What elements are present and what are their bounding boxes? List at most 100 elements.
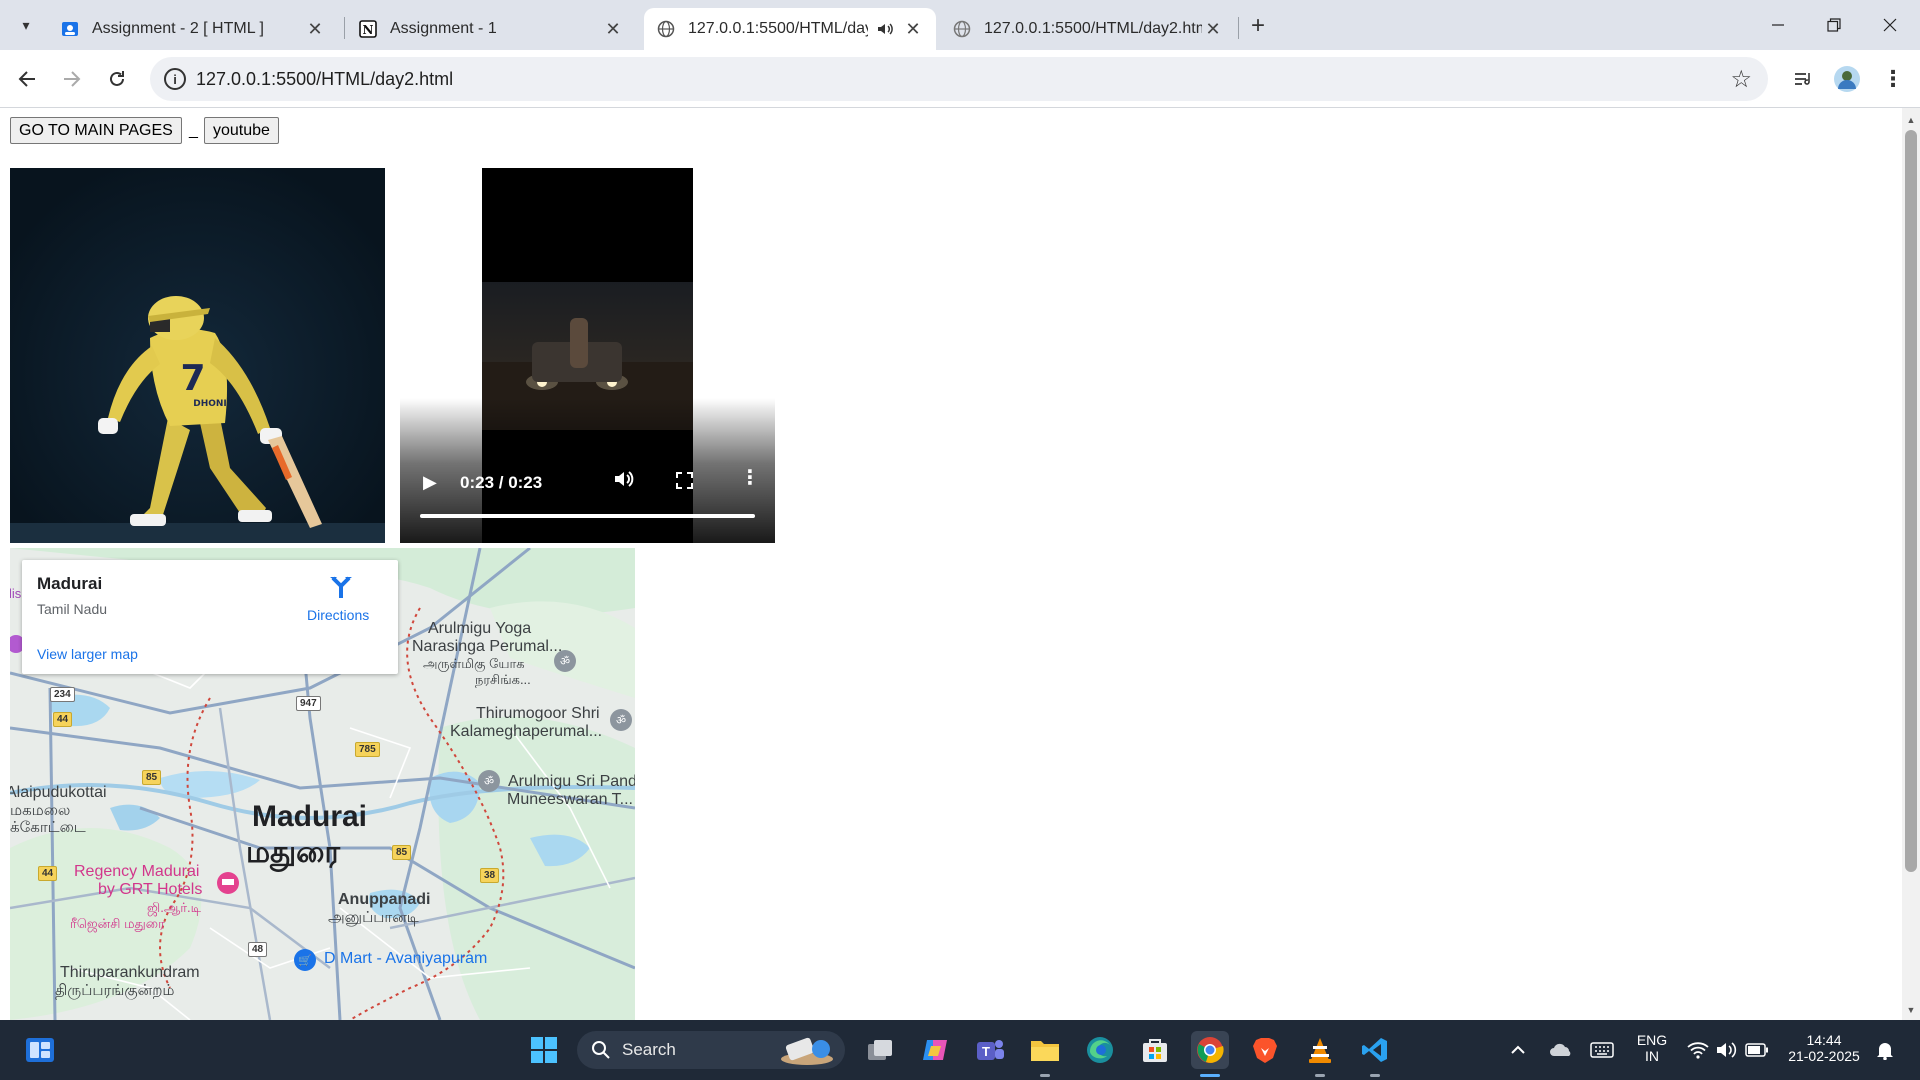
map-label: Muneeswaran T... <box>507 791 633 808</box>
globe-icon <box>656 19 676 39</box>
map-label: ரீஜென்சி மதுரை <box>70 916 165 931</box>
close-tab-icon[interactable]: ✕ <box>602 18 624 40</box>
tab-title: Assignment - 1 <box>390 20 497 37</box>
media-queue-icon <box>1795 73 1810 85</box>
directions-icon[interactable] <box>328 574 354 605</box>
map-label: Kalameghaperumal... <box>450 723 603 740</box>
microsoft-store-icon[interactable] <box>1136 1031 1174 1069</box>
jersey-number: 7 <box>180 358 205 399</box>
road-shield: 234 <box>50 687 75 702</box>
reload-button[interactable] <box>100 62 134 96</box>
map-label: Narasinga Perumal... <box>412 638 563 655</box>
close-tab-icon[interactable]: ✕ <box>902 18 924 40</box>
keyboard-icon[interactable] <box>1586 1031 1618 1069</box>
tab-search-button[interactable]: ▾ <box>10 10 42 40</box>
map-label: by GRT Hotels <box>98 881 203 898</box>
tab-day2[interactable]: 127.0.0.1:5500/HTML/day2.html ✕ <box>940 8 1236 50</box>
road-shield: 38 <box>480 868 500 883</box>
map-label: அனுப்பானடி <box>328 909 419 926</box>
page-viewport: GO TO MAIN PAGES _ youtube 7 DHONI ▶ 0:2… <box>0 108 1902 1020</box>
svg-text:ॐ: ॐ <box>616 714 626 727</box>
restore-icon <box>1827 18 1841 32</box>
active-app-indicator <box>1200 1074 1220 1077</box>
road-shield: 85 <box>392 845 412 860</box>
map-label: lis <box>10 586 22 601</box>
volume-icon[interactable] <box>613 468 635 495</box>
tab-divider <box>344 17 345 39</box>
fullscreen-icon[interactable] <box>676 472 693 489</box>
address-bar[interactable]: i 127.0.0.1:5500/HTML/day2.html ☆ <box>150 57 1768 101</box>
minimize-icon <box>1772 24 1784 26</box>
globe-icon <box>952 19 972 39</box>
close-window-button[interactable] <box>1862 0 1918 50</box>
view-larger-map-link[interactable]: View larger map <box>37 646 138 662</box>
tab-assignment-1[interactable]: N Assignment - 1 ✕ <box>346 8 636 50</box>
map-label: ஜி.ஆர்.டி <box>147 900 202 915</box>
vscode-icon[interactable] <box>1356 1031 1394 1069</box>
tab-title: Assignment - 2 [ HTML ] <box>92 20 264 37</box>
show-hidden-icons-chevron-icon[interactable] <box>1503 1031 1533 1069</box>
taskbar-search[interactable]: Search <box>577 1031 845 1069</box>
vlc-icon[interactable] <box>1301 1031 1339 1069</box>
copilot-icon[interactable] <box>916 1031 954 1069</box>
new-tab-button[interactable]: + <box>1244 12 1272 40</box>
bookmark-star-icon[interactable]: ☆ <box>1730 65 1752 94</box>
map-label: திருப்பரங்குன்றம் <box>55 982 175 999</box>
tab-assignment-2[interactable]: Assignment - 2 [ HTML ] ✕ <box>48 8 338 50</box>
notifications-bell-icon[interactable] <box>1868 1031 1902 1069</box>
video-progress-bar[interactable] <box>420 514 755 518</box>
volume-icon[interactable] <box>1710 1031 1744 1069</box>
map-embed[interactable]: ॐ ॐ ॐ 🛒 234 44 947 785 85 44 85 38 48 li… <box>10 548 635 1020</box>
more-options-icon[interactable]: ⋮ <box>740 468 760 488</box>
go-to-main-pages-button[interactable]: GO TO MAIN PAGES <box>10 117 182 144</box>
map-label: அருள்மிகு யோக <box>423 656 525 671</box>
page-scrollbar[interactable]: ▲ ▼ <box>1902 108 1920 1020</box>
minimize-button[interactable] <box>1750 0 1806 50</box>
speaker-icon[interactable] <box>876 20 894 38</box>
file-explorer-icon[interactable] <box>1026 1031 1064 1069</box>
map-label: க்கோட்டை <box>10 819 86 836</box>
browser-menu-button[interactable]: ⋮ <box>1876 62 1910 96</box>
map-label: D Mart - Avaniyapuram <box>324 950 488 967</box>
back-button[interactable] <box>10 62 44 96</box>
onedrive-icon[interactable] <box>1545 1031 1577 1069</box>
site-info-icon[interactable]: i <box>164 68 186 90</box>
directions-link[interactable]: Directions <box>307 607 369 623</box>
close-tab-icon[interactable]: ✕ <box>304 18 326 40</box>
clock-date: 21-02-2025 <box>1788 1048 1860 1064</box>
video-player[interactable]: ▶ 0:23 / 0:23 ⋮ <box>400 168 775 543</box>
running-indicator <box>1315 1074 1325 1077</box>
browser-toolbar: i 127.0.0.1:5500/HTML/day2.html ☆ ⋮ <box>0 50 1920 108</box>
svg-text:ॐ: ॐ <box>560 655 570 668</box>
map-label: Arulmigu Yoga <box>428 620 532 637</box>
clock[interactable]: 14:44 21-02-2025 <box>1782 1032 1866 1064</box>
back-arrow-icon <box>18 71 35 87</box>
media-control-button[interactable] <box>1786 62 1820 96</box>
road-shield: 44 <box>38 866 58 881</box>
url-text[interactable]: 127.0.0.1:5500/HTML/day2.html <box>196 69 453 90</box>
scroll-up-icon[interactable]: ▲ <box>1902 112 1920 128</box>
close-tab-icon[interactable]: ✕ <box>1202 18 1224 40</box>
brave-icon[interactable] <box>1246 1031 1284 1069</box>
teams-icon[interactable]: T <box>971 1031 1009 1069</box>
battery-icon[interactable] <box>1740 1031 1774 1069</box>
play-icon[interactable]: ▶ <box>423 472 437 493</box>
widgets-icon[interactable] <box>21 1031 59 1069</box>
forward-button[interactable] <box>55 62 89 96</box>
tab-day2-active[interactable]: 127.0.0.1:5500/HTML/day2.html ✕ <box>644 8 936 50</box>
svg-text:ॐ: ॐ <box>484 775 494 788</box>
edge-icon[interactable] <box>1081 1031 1119 1069</box>
link-separator: _ <box>189 122 198 139</box>
map-label: Anuppanadi <box>338 891 431 908</box>
start-icon[interactable] <box>525 1031 563 1069</box>
cricketer-photo: 7 DHONI <box>10 168 385 543</box>
language-indicator[interactable]: ENG IN <box>1630 1032 1674 1064</box>
chrome-icon[interactable] <box>1191 1031 1229 1069</box>
profile-avatar[interactable] <box>1830 62 1864 96</box>
road-shield: 947 <box>296 696 321 711</box>
youtube-button[interactable]: youtube <box>204 117 279 144</box>
restore-button[interactable] <box>1806 0 1862 50</box>
scroll-down-icon[interactable]: ▼ <box>1902 1002 1920 1018</box>
task-view-icon[interactable] <box>861 1031 899 1069</box>
scrollbar-thumb[interactable] <box>1905 130 1917 872</box>
